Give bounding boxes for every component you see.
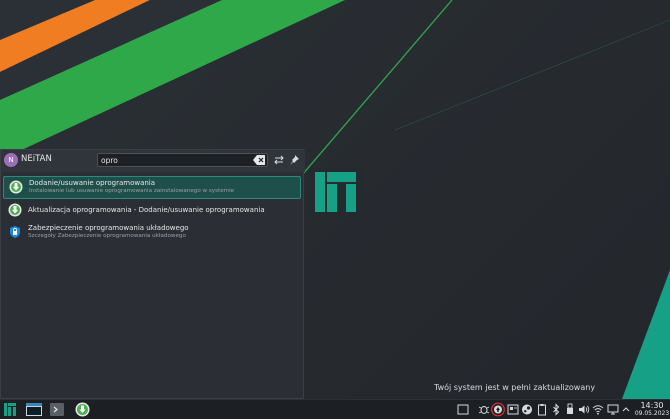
usb-device-icon[interactable] — [564, 402, 576, 417]
result-title: Dodanie/usuwanie oprogramowania — [29, 179, 156, 187]
volume-icon[interactable] — [578, 402, 590, 417]
search-results: Dodanie/usuwanie oprogramowania Instalow… — [1, 175, 303, 243]
chevron-up-icon[interactable] — [621, 402, 631, 417]
result-item-add-remove-software[interactable]: Dodanie/usuwanie oprogramowania Instalow… — [3, 176, 301, 199]
software-update-icon — [8, 203, 22, 217]
steam-icon[interactable] — [521, 402, 533, 417]
avatar[interactable]: N — [4, 153, 18, 167]
clear-search-icon[interactable] — [253, 155, 265, 165]
firmware-security-icon — [10, 226, 20, 238]
taskbar: 14:30 09.05.2023 — [0, 399, 670, 419]
username: NEiTAN — [21, 154, 52, 164]
result-subtitle: Instalowanie lub usuwanie oprogramowania… — [29, 188, 235, 194]
clipboard-icon[interactable] — [536, 402, 548, 417]
switch-layout-icon[interactable] — [273, 154, 285, 166]
software-manager-icon[interactable] — [75, 402, 90, 417]
file-manager-icon[interactable] — [26, 402, 42, 417]
result-item-software-update[interactable]: Aktualizacja oprogramowania - Dodanie/us… — [3, 200, 301, 221]
result-item-firmware-security[interactable]: Zabezpieczenie oprogramowania układowego… — [3, 222, 301, 243]
bluetooth-icon[interactable] — [550, 402, 562, 417]
package-updates-icon[interactable] — [507, 402, 519, 417]
clock-date: 09.05.2023 — [634, 410, 670, 417]
show-desktop-icon[interactable] — [457, 402, 469, 417]
result-subtitle: Szczegóły Zabezpieczenie oprogramowania … — [28, 233, 186, 239]
application-launcher: N NEiTAN opro Dodanie/usuwanie oprogramo… — [0, 149, 305, 399]
desktop[interactable]: Twój system jest w pełni zaktualizowany … — [0, 0, 670, 399]
clock-time: 14:30 — [640, 401, 664, 410]
clock[interactable]: 14:30 09.05.2023 — [634, 401, 670, 418]
update-status-notification: Twój system jest w pełni zaktualizowany — [434, 383, 596, 392]
result-title: Zabezpieczenie oprogramowania układowego — [28, 224, 189, 232]
application-menu-icon[interactable] — [3, 402, 17, 417]
display-icon[interactable] — [607, 402, 619, 417]
result-title: Aktualizacja oprogramowania - Dodanie/us… — [28, 206, 265, 214]
search-box[interactable] — [97, 153, 268, 167]
software-add-remove-icon — [9, 180, 23, 194]
pin-icon[interactable] — [289, 154, 301, 166]
launcher-header: N NEiTAN — [1, 150, 305, 172]
terminal-icon[interactable] — [50, 402, 64, 417]
update-available-icon[interactable] — [491, 402, 505, 417]
bug-report-icon[interactable] — [478, 402, 490, 417]
wifi-icon[interactable] — [592, 402, 604, 417]
search-input[interactable] — [101, 154, 251, 166]
